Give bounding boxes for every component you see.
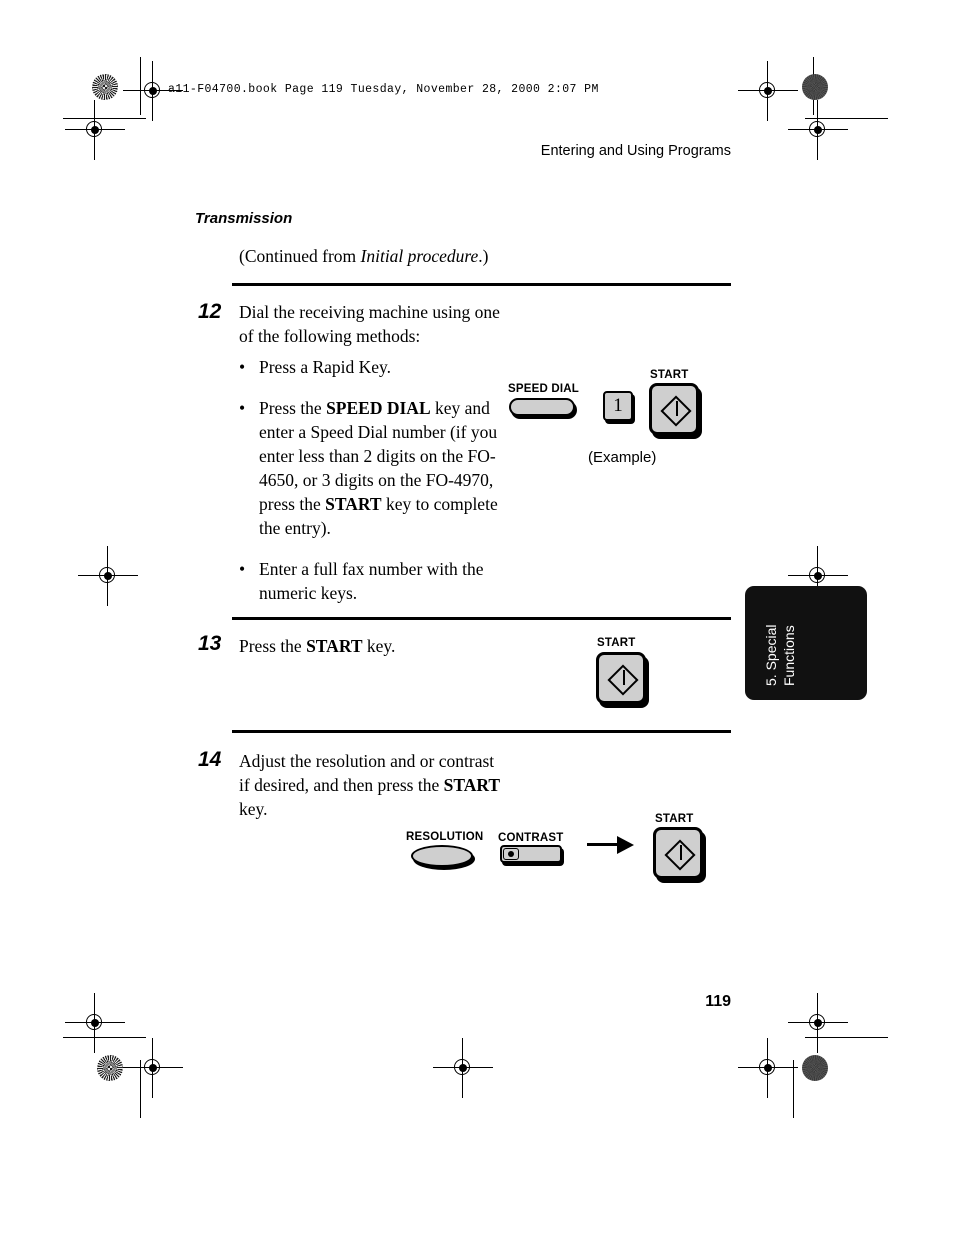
section-title: Transmission [195, 210, 293, 227]
registration-mark-left-lower [65, 993, 125, 1053]
start-key-label-13: START [597, 637, 636, 649]
star-target-bottom-left [97, 1055, 123, 1081]
registration-mark-left-middle [78, 546, 138, 606]
start-bar-icon [675, 401, 678, 416]
step-14-line3: key. [239, 799, 268, 819]
list-item: Enter a full fax number with the numeric… [239, 557, 504, 605]
step-divider-rule-bottom [232, 730, 731, 733]
step-12-bullet-list: Press a Rapid Key. Press the SPEED DIAL … [239, 355, 504, 622]
contrast-key-label: CONTRAST [498, 832, 564, 844]
registration-mark-bottom-right [738, 1038, 798, 1098]
registration-mark-top-left [123, 61, 183, 121]
step-14-instruction: Adjust the resolution and or contrast if… [239, 749, 507, 821]
bullet-3-text: Enter a full fax number with the numeric… [259, 559, 484, 603]
chapter-side-tab: 5. Special Functions [745, 586, 867, 700]
crop-rule-bottom-right-vertical [793, 1060, 794, 1118]
step-12-instruction: Dial the receiving machine using one of … [239, 300, 509, 348]
continued-from-note: (Continued from Initial procedure.) [239, 246, 489, 267]
speed-dial-key-label: SPEED DIAL [508, 383, 580, 395]
star-target-bottom-right [802, 1055, 828, 1081]
bullet-2-text: Press the SPEED DIAL key and enter a Spe… [259, 398, 498, 538]
step-14-line1: Adjust the resolution and or contrast [239, 751, 495, 771]
side-tab-line-1: 5. Special [763, 624, 779, 686]
start-bar-icon [679, 845, 682, 860]
right-arrow-icon [617, 836, 634, 854]
step-12-number: 12 [198, 300, 222, 323]
numeric-key-1[interactable]: 1 [603, 391, 633, 421]
book-file-header: a11-F04700.book Page 119 Tuesday, Novemb… [168, 83, 599, 96]
step-14-number: 14 [198, 748, 222, 771]
star-target-top-left [92, 74, 118, 100]
example-caption: (Example) [588, 449, 657, 466]
side-tab-line-2: Functions [781, 625, 797, 686]
start-key-13[interactable] [596, 652, 646, 704]
registration-mark-right-lower [788, 993, 848, 1053]
start-key-12[interactable] [649, 383, 699, 435]
contrast-key[interactable] [500, 845, 562, 863]
resolution-key[interactable] [411, 845, 473, 867]
step-13-instruction: Press the START key. [239, 636, 396, 656]
speed-dial-key[interactable] [509, 398, 575, 416]
registration-mark-left-upper [65, 100, 125, 160]
step-14-line2: if desired, and then press the START [239, 775, 501, 795]
list-item: Press a Rapid Key. [239, 355, 504, 379]
continued-reference: Initial procedure [360, 246, 479, 266]
registration-mark-top-right [738, 61, 798, 121]
step-12-line1: Dial the receiving machine using one [239, 302, 500, 322]
contrast-magnifier-icon [503, 848, 519, 860]
star-target-top-right [802, 74, 828, 100]
step-divider-rule-top [232, 283, 731, 286]
continued-suffix: .) [478, 246, 489, 266]
step-13-number: 13 [198, 632, 222, 655]
running-head: Entering and Using Programs [540, 143, 731, 159]
start-key-label-14: START [655, 813, 694, 825]
start-key-label-12: START [650, 369, 689, 381]
list-item: Press the SPEED DIAL key and enter a Spe… [239, 396, 504, 540]
registration-mark-right-upper [788, 100, 848, 160]
continued-prefix: (Continued from [239, 246, 361, 266]
start-bar-icon [622, 670, 625, 685]
crop-rule-left-bottom-horizontal [63, 1037, 146, 1038]
registration-mark-bottom-center [433, 1038, 493, 1098]
start-key-14[interactable] [653, 827, 703, 879]
bullet-1-text: Press a Rapid Key. [259, 357, 392, 377]
right-arrow-shaft [587, 843, 619, 846]
step-12-line2: of the following methods: [239, 326, 421, 346]
page-number: 119 [705, 993, 731, 1010]
resolution-key-label: RESOLUTION [406, 831, 484, 843]
registration-mark-bottom-left [123, 1038, 183, 1098]
